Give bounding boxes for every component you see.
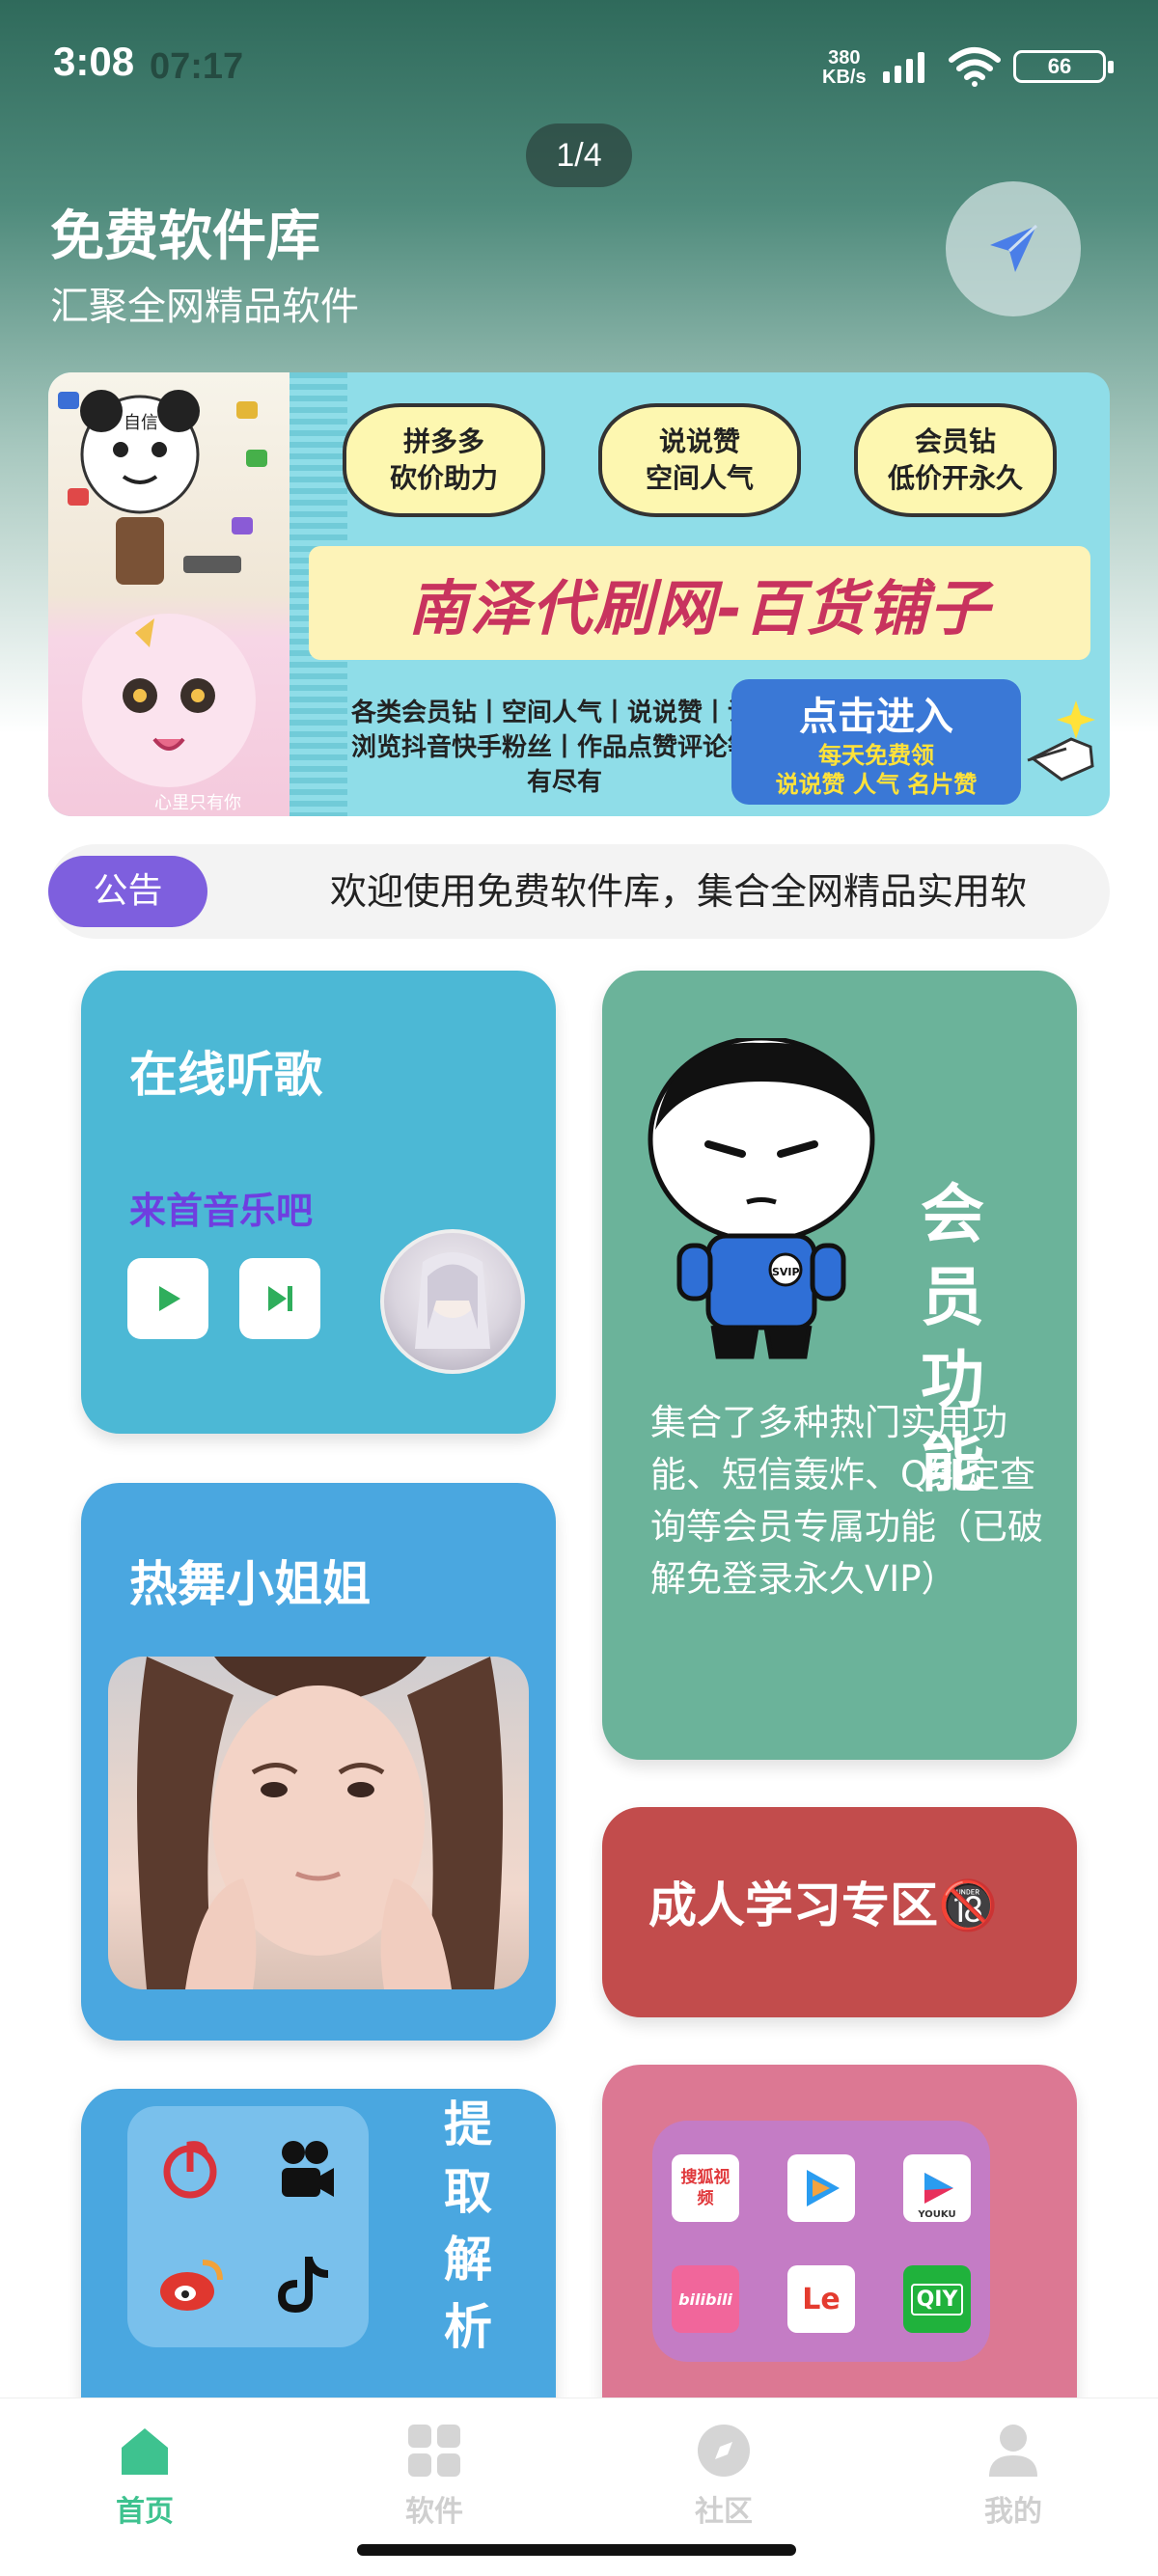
nav-community[interactable]: 社区 [627,2420,820,2545]
banner-enter-button[interactable]: 点击进入 每天免费领 说说赞 人气 名片赞 [731,679,1021,805]
apps-grid-icon [403,2420,465,2481]
next-track-button[interactable] [239,1258,320,1339]
sohu-video-icon: 搜狐视频 [672,2154,739,2222]
battery-icon: 66 [1013,50,1114,83]
banner-title: 南泽代刷网-百货铺子 [408,573,991,644]
dance-card-photo [108,1657,529,1989]
kuaishou-icon [282,2141,334,2197]
adult-card[interactable]: 成人学习专区🔞 [602,1807,1077,2017]
net-speed: 380 KB/s [822,47,867,88]
skip-next-icon [268,1286,292,1311]
weibo-icon [160,2260,223,2311]
play-button[interactable] [127,1258,208,1339]
pointing-hand-icon [1027,700,1095,781]
parse-app-panel [127,2106,369,2347]
tencent-video-icon [787,2154,855,2222]
promo-banner[interactable]: 自信 心里只有你 拼多多 砍价助力 说说赞 空间人气 会员钻 低价开永久 南泽代… [48,372,1110,816]
video-app-panel: 搜狐视频 YOUKU bilibili Le QIY [652,2121,990,2362]
netease-music-icon [163,2141,217,2199]
wifi-icon [948,46,1002,91]
album-cover [380,1229,525,1374]
banner-sticker-collage: 自信 心里只有你 [48,372,290,816]
signal-icon [883,50,924,83]
dance-card-title: 热舞小姐姐 [129,1556,371,1612]
letv-icon: Le [787,2265,855,2333]
dance-card[interactable]: 热舞小姐姐 [81,1483,556,2041]
vip-card[interactable]: SVIP 会员 功能 集合了多种热门实用功能、短信轰炸、Q绑定查询等会员专属功能… [602,971,1077,1760]
home-icon [114,2420,176,2481]
compass-icon [693,2420,755,2481]
bilibili-icon: bilibili [672,2265,739,2333]
banner-bubble-pinduoduo: 拼多多 砍价助力 [343,403,545,517]
nav-home[interactable]: 首页 [48,2420,241,2545]
adult-card-title: 成人学习专区🔞 [648,1877,999,1933]
notice-badge: 公告 [48,856,207,927]
status-time: 3:08 [53,39,135,84]
tiktok-icon [277,2257,329,2314]
banner-badge-text: 自信 [124,413,158,433]
user-icon [982,2420,1044,2481]
app-subtitle: 汇聚全网精品软件 [50,285,359,329]
nav-profile[interactable]: 我的 [917,2420,1110,2545]
play-icon [159,1286,180,1311]
banner-bubble-member: 会员钻 低价开永久 [854,403,1057,517]
notice-text: 欢迎使用免费软件库，集合全网精品实用软 [330,870,1028,913]
app-title: 免费软件库 [50,206,320,268]
music-card-subtitle: 来首音乐吧 [129,1190,314,1232]
home-indicator [357,2544,796,2556]
send-button[interactable] [946,181,1081,316]
send-icon [990,224,1038,272]
music-card[interactable]: 在线听歌 来首音乐吧 [81,971,556,1434]
banner-bubble-likes: 说说赞 空间人气 [598,403,801,517]
banner-description: 各类会员钻丨空间人气丨说说赞丨说说浏览抖音快手粉丝丨作品点赞评论等应有尽有 [350,699,778,797]
vip-mascot-badge: SVIP [772,1266,800,1278]
vip-card-description: 集合了多种热门实用功能、短信轰炸、Q绑定查询等会员专属功能（已破解免登录永久VI… [650,1402,1043,1600]
banner-caption: 心里只有你 [154,793,241,813]
status-bar: 3:08 07:17 380 KB/s 66 [0,0,1158,106]
youku-icon: YOUKU [903,2154,971,2222]
music-card-title: 在线听歌 [129,1047,322,1103]
banner-title-box: 南泽代刷网-百货铺子 [309,546,1090,660]
notice-bar[interactable]: 公告 欢迎使用免费软件库，集合全网精品实用软 [48,844,1110,939]
page-indicator: 1/4 [526,123,632,187]
vip-mascot [648,1038,875,1359]
nav-software[interactable]: 软件 [338,2420,531,2545]
iqiyi-icon: QIY [903,2265,971,2333]
parse-card-title: 提取解析 [444,2096,492,2355]
status-ghost-time: 07:17 [150,46,244,87]
